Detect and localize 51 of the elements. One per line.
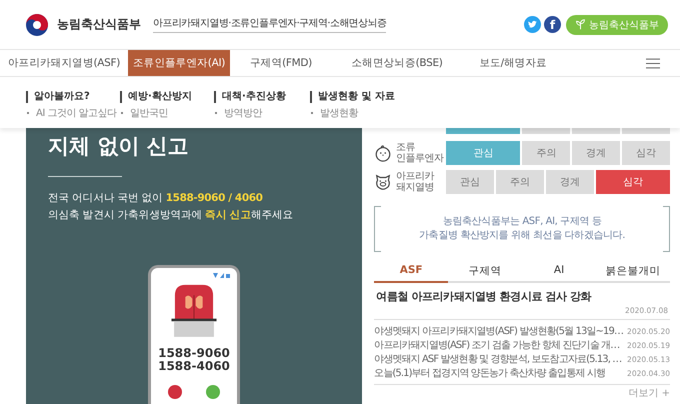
menu-icon[interactable]	[646, 58, 660, 68]
news-link[interactable]: 아프리카돼지열병(ASF) 조기 검출 가능한 항체 진단기술 개…	[374, 338, 620, 352]
alert-level-cell: 주의	[496, 170, 544, 194]
menu-item[interactable]: 방역방안	[214, 106, 310, 120]
phone-number: 1588-4060	[158, 360, 230, 373]
news-tab[interactable]: 구제역	[448, 260, 522, 283]
decline-call-icon	[168, 385, 182, 399]
accept-call-icon	[206, 385, 220, 399]
site-tagline: 아프리카돼지열병·조류인플루엔자·구제역·소해면상뇌증	[153, 16, 386, 33]
news-link[interactable]: 야생멧돼지 ASF 발생현황 및 경향분석, 보도참고자료(5.13, …	[374, 352, 622, 366]
alert-level-cell: 주의	[522, 141, 570, 165]
message-text: 가축질병 확산방지를 위해 최선을 다하겠습니다.	[419, 229, 626, 243]
alert-level-cell: 심각	[596, 170, 670, 194]
nav-tab[interactable]: 보도/해명자료	[462, 50, 564, 76]
alert-level-cell: 경계	[572, 141, 620, 165]
bird-icon[interactable]	[524, 16, 541, 33]
pig-icon	[374, 173, 392, 191]
nav-tab[interactable]: 소해면상뇌증(BSE)	[332, 50, 462, 76]
sprout-icon	[575, 19, 586, 30]
menu-item[interactable]: 일반국민	[120, 106, 214, 120]
menu-item[interactable]: 발생현황	[310, 106, 450, 120]
news-link[interactable]: 오늘(5.1)부터 접경지역 양돈농가 축산차량 출입통제 시행	[374, 366, 605, 380]
menu-heading: 대책·추진상황	[214, 91, 310, 103]
nav-tab[interactable]: 구제역(FMD)	[230, 50, 332, 76]
message-text: 농림축산식품부는 ASF, AI, 구제역 등	[442, 215, 602, 229]
menu-heading: 알아볼까요?	[26, 91, 120, 103]
disease-label: 아프리카 돼지열병	[396, 171, 434, 193]
news-tab[interactable]: 붉은불개미	[596, 260, 670, 283]
menu-heading: 발생현황 및 자료	[310, 91, 450, 103]
menu-item[interactable]: AI 그것이 알고싶다	[26, 106, 120, 120]
alert-level-cell: 관심	[446, 141, 520, 165]
nav-tab[interactable]: 조류인플루엔자(AI)	[128, 50, 230, 76]
disease-label: 조류 인플루엔자	[396, 142, 444, 164]
news-tab[interactable]: AI	[522, 260, 596, 283]
chick-icon	[374, 144, 392, 162]
phone-number: 1588-9060	[158, 347, 230, 360]
report-instructions: 의심축 발견시 가축위생방역과에 즉시 신고해주세요	[48, 208, 294, 222]
nav-tab[interactable]: 아프리카돼지열병(ASF)	[0, 50, 128, 76]
news-link[interactable]: 야생멧돼지 아프리카돼지열병(ASF) 발생현황(5월 13일~19…	[374, 324, 624, 338]
alert-level-cell: 경계	[546, 170, 594, 194]
alert-level-cell: 관심	[446, 170, 494, 194]
news-tab[interactable]: ASF	[374, 260, 448, 283]
emblem-icon	[25, 12, 49, 36]
facebook-button[interactable]: f	[544, 16, 561, 33]
headline-link[interactable]: 여름철 아프리카돼지열병 환경시료 검사 강화	[376, 289, 668, 304]
phone-status-icon	[213, 273, 231, 279]
ministry-name[interactable]: 농림축산식품부	[57, 16, 141, 33]
report-instructions: 전국 어디서나 국번 없이 1588-9060 / 4060	[48, 191, 263, 205]
banner-heading: 지체 없이 신고	[48, 133, 189, 160]
alert-level-cell: 심각	[622, 141, 670, 165]
menu-heading: 예방·확산방지	[120, 91, 214, 103]
